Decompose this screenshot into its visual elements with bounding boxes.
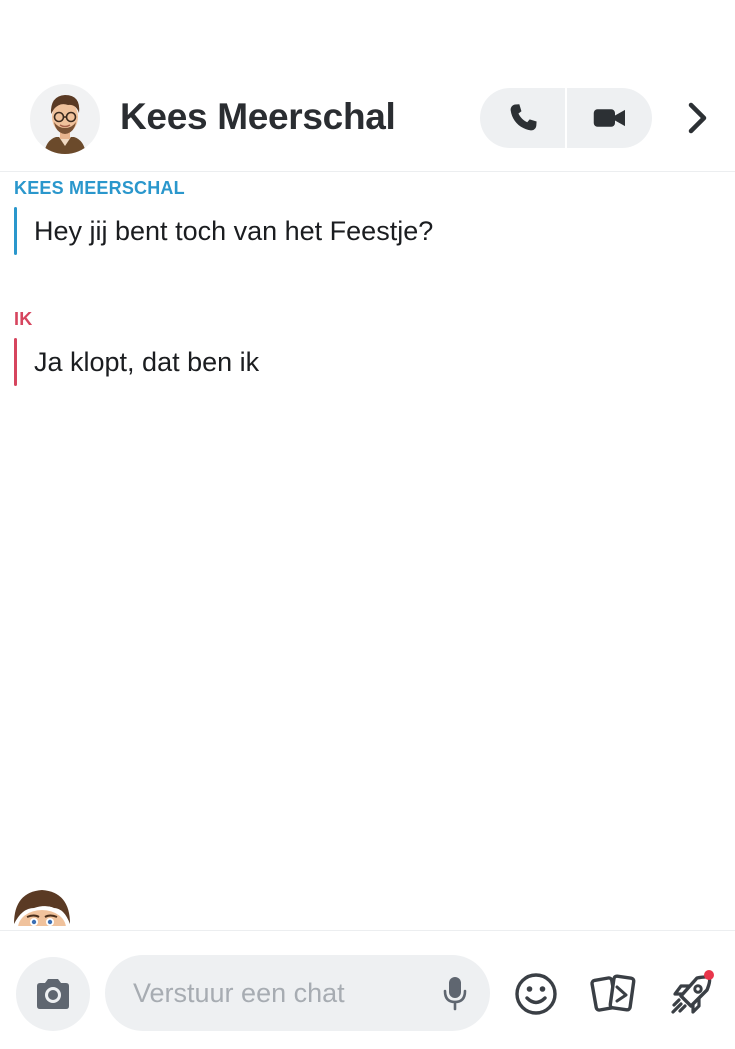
contact-avatar-icon[interactable] [30,84,100,154]
chat-input[interactable] [133,973,423,1013]
message-text: Ja klopt, dat ben ik [34,346,260,377]
smiley-icon [515,973,557,1015]
message-group: IK Ja klopt, dat ben ik [14,309,714,386]
video-call-button[interactable] [567,88,652,148]
camera-icon [37,979,69,1009]
voice-call-button[interactable] [480,88,565,148]
video-camera-icon [593,109,625,127]
message-sender-bar [14,207,17,255]
chat-input-container [105,955,490,1031]
bitmoji-peek-icon [8,884,76,930]
chat-details-button[interactable] [676,96,720,140]
notification-dot [704,970,714,980]
microphone-icon [443,977,467,1011]
message-sender: IK [14,309,33,329]
stickers-button[interactable] [590,970,638,1018]
camera-button[interactable] [16,957,90,1031]
message[interactable]: Hey jij bent toch van het Feestje? [14,207,714,255]
message-sender-bar [14,338,17,386]
call-button-group [480,88,652,148]
phone-icon [510,104,537,131]
contact-name[interactable]: Kees Meerschal [120,96,396,138]
message-text: Hey jij bent toch van het Feestje? [34,215,434,246]
composer-divider [0,930,735,931]
emoji-button[interactable] [512,970,560,1018]
chevron-right-icon [688,102,707,134]
cards-icon [590,974,636,1012]
message-sender: KEES MEERSCHAL [14,178,185,198]
chat-header: Kees Meerschal [0,0,735,172]
message-group: KEES MEERSCHAL Hey jij bent toch van het… [14,178,714,255]
microphone-button[interactable] [435,973,475,1013]
message[interactable]: Ja klopt, dat ben ik [14,338,714,386]
